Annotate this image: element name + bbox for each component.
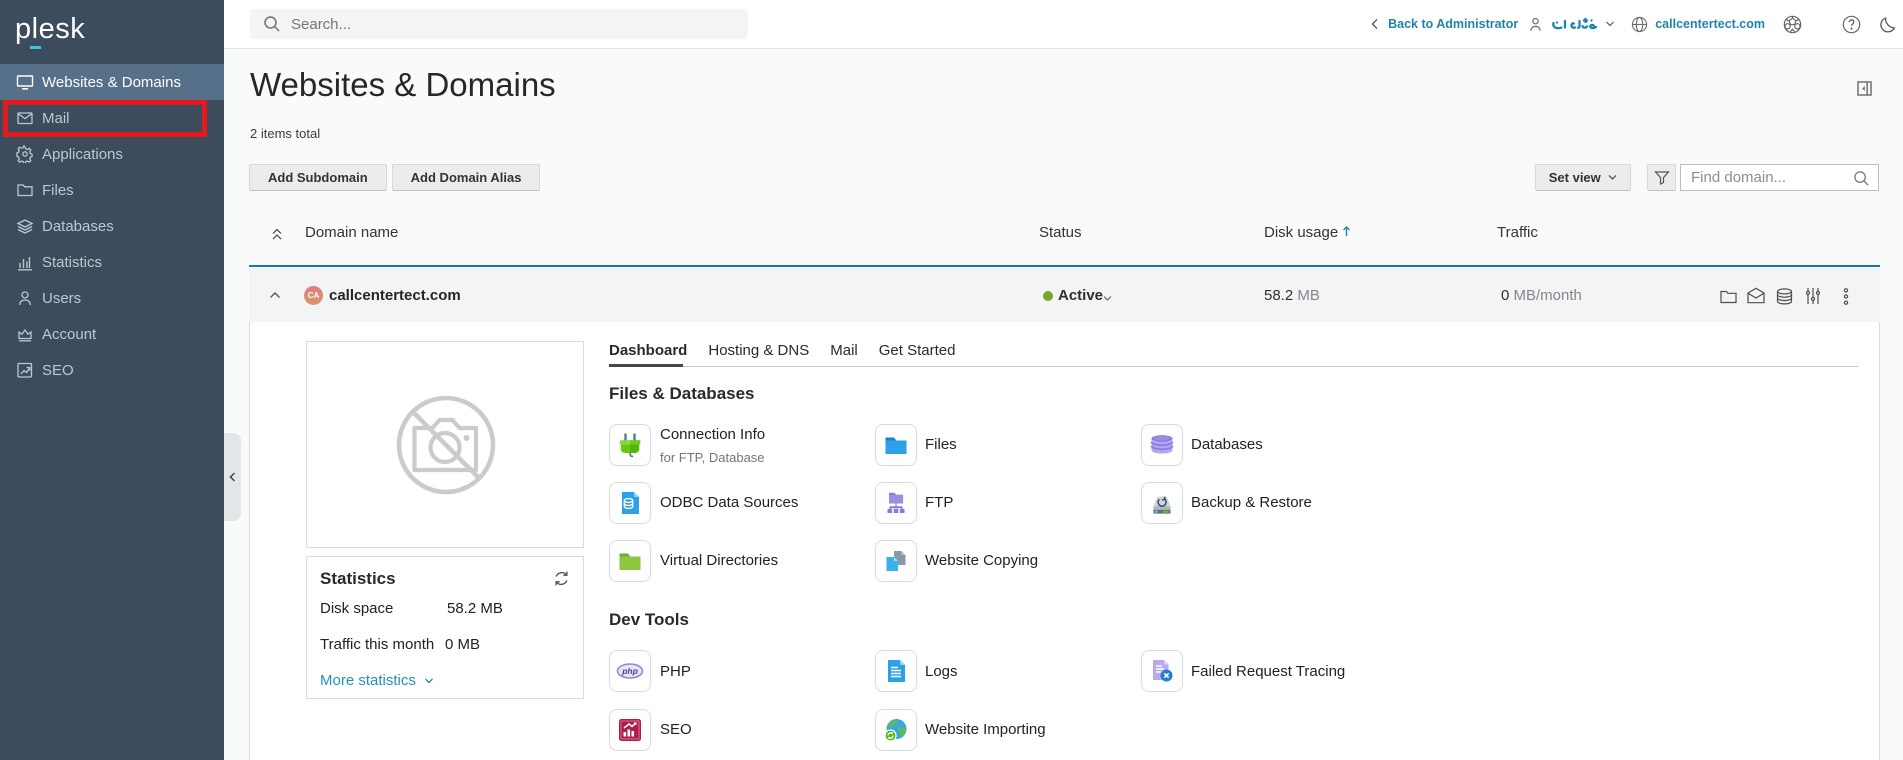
- svg-text:php: php: [621, 666, 638, 676]
